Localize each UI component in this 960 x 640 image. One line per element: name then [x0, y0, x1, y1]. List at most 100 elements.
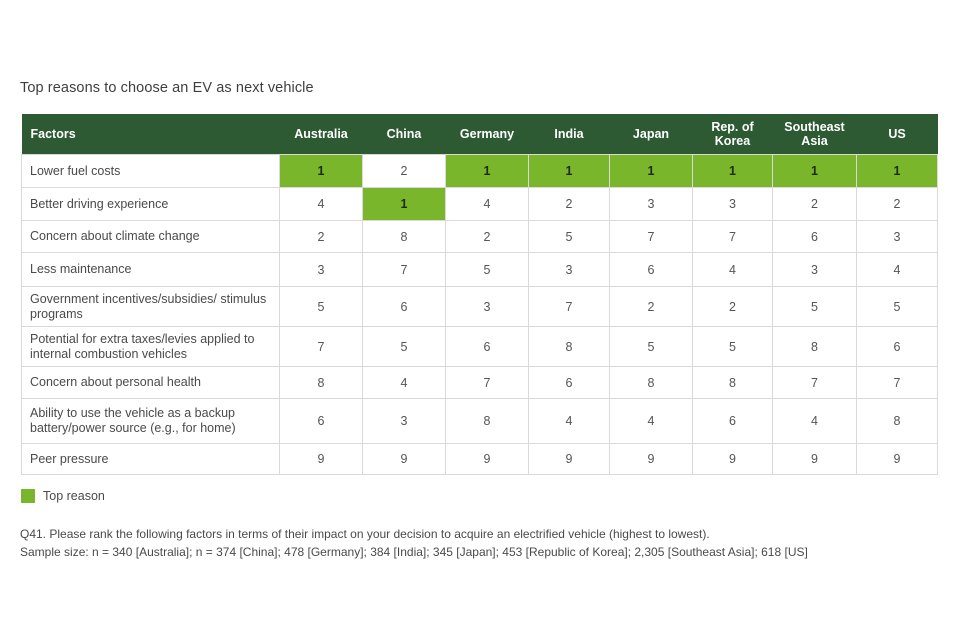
- factor-cell: Concern about climate change: [21, 220, 280, 253]
- rank-cell-rep-of-korea: 4: [692, 252, 773, 287]
- rank-cell-japan: 9: [609, 443, 693, 475]
- table-body: Lower fuel costs 1 2 1 1 1 1 1 1 Better driving e…: [21, 154, 938, 475]
- rank-cell-southeast-asia: 8: [772, 326, 857, 367]
- rank-cell-rep-of-korea: 2: [692, 286, 773, 327]
- rank-cell-australia: 5: [279, 286, 363, 327]
- rank-cell-india: 6: [528, 366, 610, 399]
- rank-cell-japan: 6: [609, 252, 693, 287]
- rank-cell-germany: 5: [445, 252, 529, 287]
- rank-cell-australia: 9: [279, 443, 363, 475]
- table-row: Less maintenance 3 7 5 3 6 4 3 4: [21, 252, 938, 287]
- rank-cell-china: 7: [362, 252, 446, 287]
- rank-cell-rep-of-korea: 1: [692, 154, 773, 188]
- rank-cell-rep-of-korea: 3: [692, 187, 773, 221]
- rank-cell-japan: 8: [609, 366, 693, 399]
- rank-cell-china: 5: [362, 326, 446, 367]
- factor-cell: Better driving experience: [21, 187, 280, 221]
- column-header-india: India: [528, 114, 610, 155]
- factor-cell: Less maintenance: [21, 252, 280, 287]
- table-header-row: Factors Australia China Germany India Japan R…: [21, 114, 938, 155]
- rank-cell-germany: 2: [445, 220, 529, 253]
- factor-cell: Potential for extra taxes/levies applied…: [21, 326, 280, 367]
- rank-cell-india: 5: [528, 220, 610, 253]
- table-row: Concern about personal health 8 4 7 6 8 8 7 7: [21, 366, 938, 399]
- table-row: Better driving experience 4 1 4 2 3 3 2 2: [21, 187, 938, 221]
- rank-cell-japan: 7: [609, 220, 693, 253]
- rank-cell-us: 8: [856, 398, 938, 444]
- rank-cell-us: 3: [856, 220, 938, 253]
- rank-cell-southeast-asia: 1: [772, 154, 857, 188]
- factor-cell: Lower fuel costs: [21, 154, 280, 188]
- rank-cell-india: 9: [528, 443, 610, 475]
- rank-cell-australia: 4: [279, 187, 363, 221]
- rank-cell-rep-of-korea: 6: [692, 398, 773, 444]
- rank-cell-australia: 1: [279, 154, 363, 188]
- chart-title: Top reasons to choose an EV as next vehi…: [20, 80, 314, 96]
- table-row: Government incentives/subsidies/ stimulu…: [21, 286, 938, 327]
- table-row: Concern about climate change 2 8 2 5 7 7 6 3: [21, 220, 938, 253]
- factors-header: Factors: [21, 114, 280, 155]
- rank-cell-rep-of-korea: 8: [692, 366, 773, 399]
- rank-cell-australia: 3: [279, 252, 363, 287]
- column-header-australia: Australia: [279, 114, 363, 155]
- rank-cell-india: 3: [528, 252, 610, 287]
- table-row: Lower fuel costs 1 2 1 1 1 1 1 1: [21, 154, 938, 188]
- legend-label: Top reason: [43, 489, 105, 503]
- table-row: Ability to use the vehicle as a backup b…: [21, 398, 938, 444]
- table-row: Peer pressure 9 9 9 9 9 9 9 9: [21, 443, 938, 475]
- rank-cell-us: 2: [856, 187, 938, 221]
- column-header-germany: Germany: [445, 114, 529, 155]
- rank-cell-southeast-asia: 6: [772, 220, 857, 253]
- rank-cell-us: 9: [856, 443, 938, 475]
- rank-cell-us: 5: [856, 286, 938, 327]
- column-header-us: US: [856, 114, 938, 155]
- rank-cell-japan: 4: [609, 398, 693, 444]
- factor-cell: Concern about personal health: [21, 366, 280, 399]
- rank-cell-southeast-asia: 2: [772, 187, 857, 221]
- rank-cell-southeast-asia: 7: [772, 366, 857, 399]
- rank-cell-germany: 9: [445, 443, 529, 475]
- rank-cell-china: 8: [362, 220, 446, 253]
- rank-cell-rep-of-korea: 5: [692, 326, 773, 367]
- sample-size-note: Sample size: n = 340 [Australia]; n = 37…: [20, 545, 808, 559]
- footnotes: Q41. Please rank the following factors i…: [20, 525, 808, 561]
- rank-cell-southeast-asia: 9: [772, 443, 857, 475]
- rank-cell-china: 4: [362, 366, 446, 399]
- ranking-table: Factors Australia China Germany India Japan R…: [21, 114, 938, 475]
- rank-cell-india: 2: [528, 187, 610, 221]
- rank-cell-germany: 6: [445, 326, 529, 367]
- column-header-southeast-asia: Southeast Asia: [772, 114, 857, 155]
- rank-cell-germany: 4: [445, 187, 529, 221]
- factor-cell: Government incentives/subsidies/ stimulu…: [21, 286, 280, 327]
- rank-cell-us: 4: [856, 252, 938, 287]
- rank-cell-germany: 8: [445, 398, 529, 444]
- rank-cell-japan: 2: [609, 286, 693, 327]
- rank-cell-japan: 1: [609, 154, 693, 188]
- rank-cell-us: 7: [856, 366, 938, 399]
- rank-cell-germany: 3: [445, 286, 529, 327]
- rank-cell-rep-of-korea: 7: [692, 220, 773, 253]
- column-header-japan: Japan: [609, 114, 693, 155]
- rank-cell-china: 3: [362, 398, 446, 444]
- factor-cell: Peer pressure: [21, 443, 280, 475]
- rank-cell-southeast-asia: 4: [772, 398, 857, 444]
- rank-cell-germany: 1: [445, 154, 529, 188]
- rank-cell-australia: 6: [279, 398, 363, 444]
- rank-cell-india: 8: [528, 326, 610, 367]
- column-header-rep-of-korea: Rep. of Korea: [692, 114, 773, 155]
- legend-swatch: [21, 489, 35, 503]
- rank-cell-india: 4: [528, 398, 610, 444]
- rank-cell-australia: 8: [279, 366, 363, 399]
- legend: Top reason: [21, 489, 105, 503]
- rank-cell-australia: 7: [279, 326, 363, 367]
- rank-cell-china: 9: [362, 443, 446, 475]
- rank-cell-india: 7: [528, 286, 610, 327]
- rank-cell-southeast-asia: 3: [772, 252, 857, 287]
- rank-cell-us: 1: [856, 154, 938, 188]
- rank-cell-southeast-asia: 5: [772, 286, 857, 327]
- rank-cell-china: 2: [362, 154, 446, 188]
- rank-cell-japan: 5: [609, 326, 693, 367]
- rank-cell-germany: 7: [445, 366, 529, 399]
- rank-cell-us: 6: [856, 326, 938, 367]
- rank-cell-china: 1: [362, 187, 446, 221]
